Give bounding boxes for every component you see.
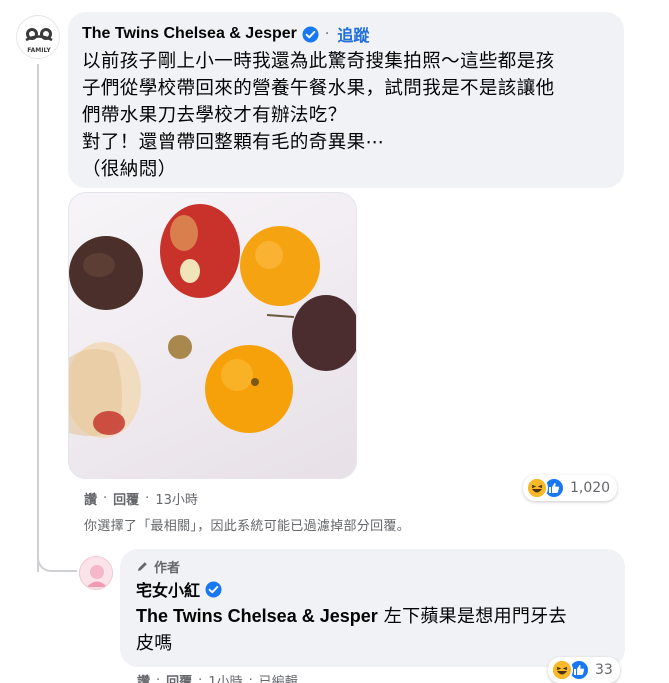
comment-line: 們帶水果刀去學校才有辦法吃？ [82, 105, 347, 126]
follow-button[interactable]: 追蹤 [337, 22, 369, 46]
fruit-photo[interactable] [68, 192, 357, 479]
haha-icon [526, 477, 548, 499]
verified-badge-icon [302, 26, 319, 43]
fruit-illustration [69, 204, 356, 438]
reaction-count: 33 [595, 662, 613, 678]
reply-actions: 讚 · 回覆 · 1小時 · 已編輯 [137, 670, 298, 683]
pencil-icon [138, 561, 147, 571]
timestamp[interactable]: 13小時 [155, 489, 198, 508]
like-link[interactable]: 讚 [84, 489, 97, 508]
avatar-illustration-icon [81, 558, 112, 589]
separator-dot: · [324, 26, 330, 42]
separator-dot: · [198, 672, 203, 683]
svg-text:FAMILY: FAMILY [27, 47, 51, 54]
haha-icon [551, 659, 573, 681]
avatar[interactable]: FAMILY [16, 15, 60, 59]
comment-actions: 讚 · 回覆 · 13小時 [84, 488, 198, 508]
timestamp[interactable]: 1小時 [208, 671, 242, 683]
thread-branch-line [37, 540, 77, 572]
author-badge-label: 作者 [154, 560, 181, 576]
reply-header: 宅女小紅 [136, 578, 611, 600]
reply-link[interactable]: 回覆 [166, 671, 192, 683]
comment-line: 子們從學校帶回來的營養午餐水果，試問我是不是該讓他 [82, 78, 555, 99]
reply-avatar[interactable] [79, 556, 113, 590]
reaction-count: 1,020 [570, 480, 611, 496]
comment-thread: FAMILY The Twins Chelsea & Jesper · 追蹤 以… [0, 0, 669, 683]
reply-link[interactable]: 回覆 [113, 489, 139, 508]
reply-bubble: 作者 宅女小紅 The Twins Chelsea & Jesper 左下蘋果是… [120, 549, 625, 667]
tagged-user-link[interactable]: The Twins Chelsea & Jesper [136, 606, 378, 626]
comment-text: 以前孩子剛上小一時我還為此驚奇搜集拍照～這些都是孩 子們從學校帶回來的營養午餐水… [82, 48, 610, 183]
comment-line: 以前孩子剛上小一時我還為此驚奇搜集拍照～這些都是孩 [82, 51, 555, 72]
reply-text-line: 皮嗎 [136, 633, 173, 654]
thread-line [37, 64, 39, 572]
reaction-summary[interactable]: 1,020 [523, 475, 618, 501]
family-logo-icon: FAMILY [18, 17, 59, 58]
comment-line: 對了！還曾帶回整顆有毛的奇異果⋯ [82, 132, 385, 153]
separator-dot: · [145, 490, 150, 506]
verified-badge-icon [205, 581, 222, 598]
comment-header: The Twins Chelsea & Jesper · 追蹤 [82, 22, 610, 46]
separator-dot: · [248, 672, 253, 683]
reply-author[interactable]: 宅女小紅 [136, 577, 200, 601]
separator-dot: · [156, 672, 161, 683]
filter-notice: 你選擇了「最相關」，因此系統可能已過濾掉部分回覆。 [84, 519, 411, 534]
comment-author[interactable]: The Twins Chelsea & Jesper [82, 25, 297, 43]
author-badge: 作者 [136, 557, 611, 576]
reply-reaction-summary[interactable]: 33 [548, 657, 620, 683]
reply-text: The Twins Chelsea & Jesper 左下蘋果是想用門牙去 皮嗎 [136, 603, 611, 657]
like-link[interactable]: 讚 [137, 671, 150, 683]
separator-dot: · [103, 490, 108, 506]
comment-line: （很納悶） [82, 159, 177, 180]
reply-text-line: 左下蘋果是想用門牙去 [377, 606, 567, 627]
edited-label: 已編輯 [258, 674, 298, 683]
comment-bubble: The Twins Chelsea & Jesper · 追蹤 以前孩子剛上小一… [68, 12, 624, 188]
